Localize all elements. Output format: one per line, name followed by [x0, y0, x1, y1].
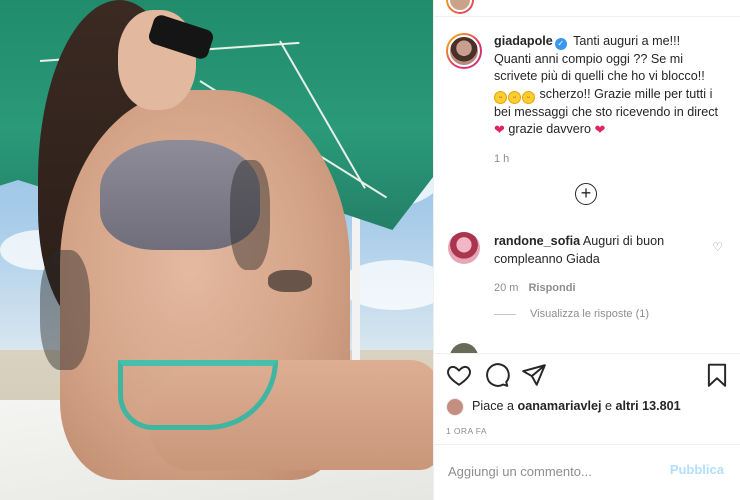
action-bar	[446, 362, 731, 392]
reply-button[interactable]: Rispondi	[528, 282, 575, 294]
caption: giadapole ✓ Tanti auguri a me!!! Quanti a…	[446, 33, 726, 165]
header-avatar[interactable]	[446, 0, 474, 14]
add-comment-input[interactable]	[448, 453, 658, 489]
likes-prefix: Piace a	[472, 399, 515, 413]
comment-time[interactable]: 20 m	[494, 282, 518, 294]
publish-button[interactable]: Pubblica	[670, 462, 724, 477]
author-username[interactable]: giadapole	[494, 34, 553, 48]
laughing-sweat-emoji-icon: ᵕ	[508, 90, 521, 104]
post-photo[interactable]	[0, 0, 433, 500]
umbrella-pole	[352, 200, 360, 360]
likes-middle: e	[605, 399, 613, 413]
verified-badge-icon: ✓	[554, 38, 567, 50]
commenter-avatar[interactable]	[448, 232, 480, 264]
likes-others-count[interactable]: altri 13.801	[616, 399, 681, 413]
tattoo	[40, 250, 90, 370]
view-replies-label: Visualizza le risposte (1)	[530, 308, 650, 320]
comment-like-heart-icon[interactable]: ♡	[712, 240, 723, 254]
post-side-panel: giadapole ✓ Tanti auguri a me!!! Quanti a…	[433, 0, 740, 500]
red-heart-emoji-icon: ❤	[494, 122, 505, 137]
liker-username[interactable]: oanamariavlej	[518, 399, 602, 413]
author-avatar[interactable]	[446, 33, 482, 69]
likes-summary: Piace a oanamariavlej e altri 13.801	[446, 396, 731, 416]
tattoo	[268, 270, 312, 292]
view-replies-button[interactable]: Visualizza le risposte (1)	[494, 308, 649, 320]
bookmark-icon[interactable]	[704, 362, 730, 388]
caption-line-2: Quanti anni compio oggi ?? Se mi scrivet…	[494, 51, 705, 84]
next-commenter-avatar[interactable]	[450, 343, 478, 353]
heart-outline-icon[interactable]	[446, 362, 472, 388]
liker-avatar[interactable]	[446, 397, 464, 416]
paper-plane-icon[interactable]	[521, 362, 547, 388]
rolling-laughing-emoji-icon: ᵕ	[522, 90, 535, 104]
caption-line-4: grazie davvero	[508, 122, 592, 136]
divider	[434, 353, 740, 354]
divider-line	[494, 313, 516, 315]
caption-timestamp[interactable]: 1 h	[494, 153, 726, 165]
comment-meta: 20 m Rispondi	[494, 282, 731, 294]
tattoo	[230, 160, 270, 270]
comments-scroll-area[interactable]: giadapole ✓ Tanti auguri a me!!! Quanti a…	[434, 17, 740, 353]
comment-item: randone_sofia Auguri di buon compleanno …	[446, 232, 731, 294]
post-timestamp[interactable]: 1 ORA FA	[446, 426, 487, 436]
caption-text: giadapole ✓ Tanti auguri a me!!! Quanti a…	[494, 33, 726, 139]
comment-bubble-icon[interactable]	[484, 362, 510, 388]
red-heart-emoji-icon: ❤	[594, 122, 606, 137]
load-more-comments-button[interactable]: +	[575, 183, 597, 205]
comment-text: randone_sofia Auguri di buon compleanno …	[494, 232, 694, 268]
laughing-sweat-emoji-icon: ᵕ	[494, 90, 507, 104]
commenter-username[interactable]: randone_sofia	[494, 234, 580, 248]
caption-line-1: Tanti auguri a me!!!	[573, 34, 681, 48]
divider	[434, 444, 740, 445]
